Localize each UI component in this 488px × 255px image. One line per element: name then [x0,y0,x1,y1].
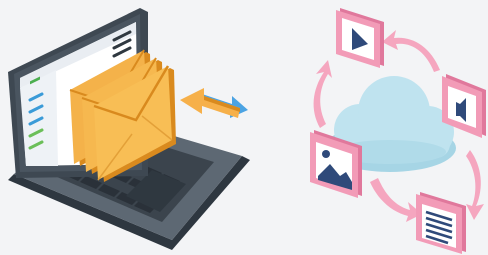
laptop-email-svg [8,8,250,250]
document-icon [416,192,466,254]
play-icon [336,8,384,68]
transfer-arrows-icon [180,88,248,118]
cloud-media-illustration [290,0,488,255]
illustration-canvas [0,0,488,255]
cloud-media-svg [310,8,486,254]
laptop-email-illustration [0,0,260,255]
